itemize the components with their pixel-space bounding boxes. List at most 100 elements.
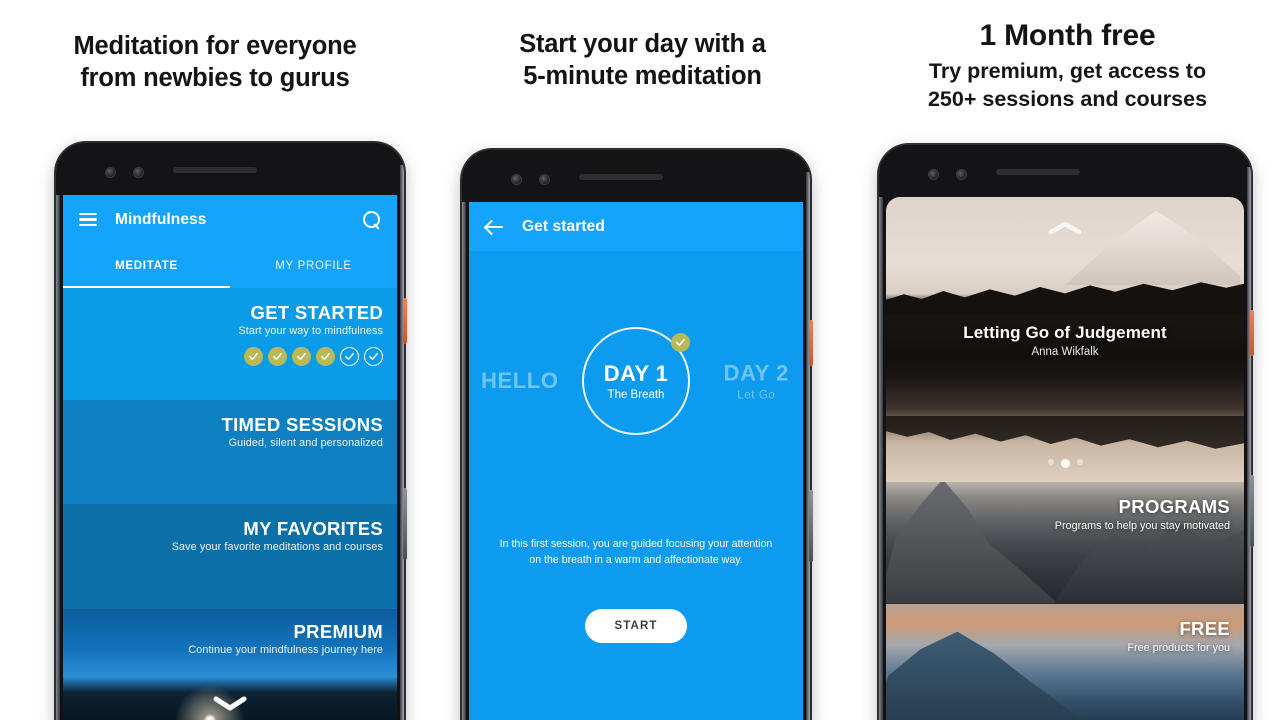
tab-meditate[interactable]: MEDITATE [63,244,230,288]
meditate-list: GET STARTED Start your way to mindfulnes… [63,288,397,720]
hero-text: Letting Go of Judgement Anna Wikfalk [886,323,1244,358]
row-subtitle: Continue your mindfulness journey here [188,644,383,657]
row-title: MY FAVORITES [243,518,383,539]
carousel-dot[interactable] [1047,459,1054,465]
phone-3-screen: Letting Go of Judgement Anna Wikfalk PRO… [886,197,1244,720]
list-item-programs[interactable]: PROGRAMS Programs to help you stay motiv… [886,482,1244,604]
back-arrow-icon[interactable] [485,219,504,235]
carousel-previous-title: HELLO [481,368,559,393]
list-item-timed-sessions[interactable]: TIMED SESSIONS Guided, silent and person… [63,400,397,504]
row-subtitle: Start your way to mindfulness [238,325,383,338]
phone-mockup-3: Letting Go of Judgement Anna Wikfalk PRO… [879,145,1254,720]
front-camera-icon [512,175,521,184]
panel-3-headings: 1 Month free Try premium, get access to … [855,0,1280,114]
phone-2-screen: Get started HELLO DAY 1 The Breath DAY 2… [469,202,803,720]
tile-subtitle: Programs to help you stay motivated [1054,520,1230,532]
panel-1-heading-line-2: from newbies to gurus [80,63,350,92]
earpiece-speaker [996,169,1080,175]
phone-mockup-2: Get started HELLO DAY 1 The Breath DAY 2… [462,150,813,720]
carousel-current-subtitle: The Breath [607,389,665,401]
list-item-free[interactable]: FREE Free products for you [886,603,1244,720]
row-title: PREMIUM [293,621,383,642]
app-bar: Mindfulness [63,195,397,244]
front-sensor-icon [540,175,549,184]
mountain-shape [1065,211,1240,285]
carousel-next-subtitle: Let Go [737,389,776,402]
phone-1-bezel [56,143,404,195]
tile-title: FREE [1179,617,1230,639]
chevron-up-icon[interactable] [1048,221,1082,240]
chevron-down-icon[interactable] [213,696,247,716]
tab-my-profile[interactable]: MY PROFILE [230,244,397,288]
phone-mockup-1: Mindfulness MEDITATE MY PROFILE GET STAR… [56,143,407,720]
volume-button[interactable] [809,490,813,562]
panel-3-heading-line-1: Try premium, get access to [928,59,1207,83]
earpiece-speaker [579,174,663,180]
discover-body: Letting Go of Judgement Anna Wikfalk PRO… [886,197,1244,720]
earpiece-speaker [173,167,257,173]
carousel-item-next[interactable]: DAY 2 Let Go [724,361,789,402]
tab-bar: MEDITATE MY PROFILE [63,244,397,288]
carousel-dots [886,459,1244,468]
app-title: Mindfulness [115,210,207,228]
row-subtitle: Save your favorite meditations and cours… [171,541,383,554]
progress-check-done [244,347,263,367]
carousel-current-title: DAY 1 [603,361,669,386]
hero-title: Letting Go of Judgement [963,323,1167,342]
reflection-shape [886,416,1244,449]
hero-author: Anna Wikfalk [1031,346,1099,358]
carousel-next-title: DAY 2 [723,360,789,386]
progress-check-pending [364,347,383,367]
day-carousel[interactable]: HELLO DAY 1 The Breath DAY 2 Let Go [469,251,803,511]
front-camera-icon [929,170,938,179]
power-button[interactable] [1250,310,1254,356]
phone-1-screen: Mindfulness MEDITATE MY PROFILE GET STAR… [63,195,397,720]
power-button[interactable] [403,298,407,344]
row-subtitle: Guided, silent and personalized [228,437,383,450]
start-button[interactable]: START [584,608,688,643]
panel-2-heading-line-1: Start your day with a [519,30,766,58]
volume-button[interactable] [403,488,407,560]
panel-3-heading-line-2: 250+ sessions and courses [927,86,1208,111]
volume-button[interactable] [1250,475,1254,547]
hamburger-icon[interactable] [79,213,97,226]
promo-panel-1: Meditation for everyone from newbies to … [0,0,430,720]
carousel-dot-active[interactable] [1060,459,1070,468]
promo-panel-2: Start your day with a 5-minute meditatio… [430,0,855,720]
session-description: In this first session, you are guided fo… [499,538,773,566]
search-icon[interactable] [363,210,381,229]
carousel-item-previous[interactable]: HELLO [481,368,559,394]
front-sensor-icon [957,170,966,179]
phone-2-bezel [462,150,810,202]
panel-1-headings: Meditation for everyone from newbies to … [0,0,430,94]
app-title: Get started [522,217,605,235]
front-sensor-icon [134,168,143,177]
tile-title: PROGRAMS [1118,496,1230,517]
panel-2-heading-line-2: 5-minute meditation [523,61,762,90]
list-item-get-started[interactable]: GET STARTED Start your way to mindfulnes… [63,288,397,400]
screenshot-root: Meditation for everyone from newbies to … [0,0,1280,720]
list-item-premium[interactable]: PREMIUM Continue your mindfulness journe… [63,609,397,720]
panel-1-heading-line-1: Meditation for everyone [73,32,357,60]
row-title: TIMED SESSIONS [221,414,383,435]
progress-check-pending [340,347,359,367]
list-item-my-favorites[interactable]: MY FAVORITES Save your favorite meditati… [63,504,397,609]
progress-check-done [292,347,311,367]
progress-checks [77,347,383,367]
carousel-dot[interactable] [1076,459,1083,465]
power-button[interactable] [809,320,813,366]
panel-3-heading-title: 1 Month free [979,19,1156,52]
carousel-item-current[interactable]: DAY 1 The Breath [582,327,690,435]
promo-panel-3: 1 Month free Try premium, get access to … [855,0,1280,720]
completed-check-icon [671,333,690,352]
row-title: GET STARTED [250,302,383,323]
app-bar: Get started [469,202,803,251]
panel-2-headings: Start your day with a 5-minute meditatio… [430,0,855,92]
hero-card[interactable]: Letting Go of Judgement Anna Wikfalk [886,197,1244,482]
tile-subtitle: Free products for you [1127,641,1230,654]
front-camera-icon [106,168,115,177]
get-started-body: HELLO DAY 1 The Breath DAY 2 Let Go In t… [469,251,803,720]
progress-check-done [316,347,335,367]
progress-check-done [268,347,287,367]
phone-3-bezel [879,145,1251,197]
